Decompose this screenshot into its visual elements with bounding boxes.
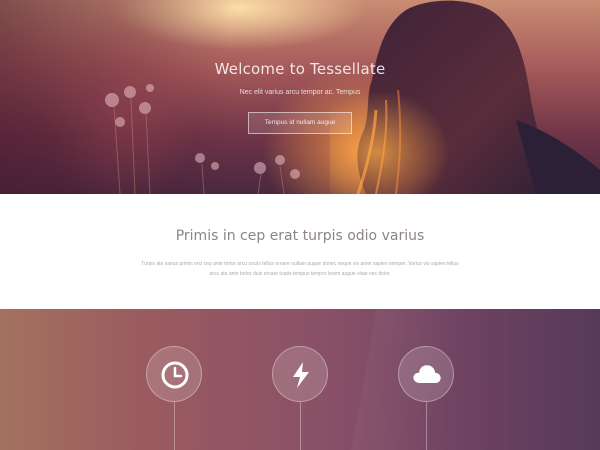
feature-cloud-button[interactable] [398,346,454,402]
intro-section: Primis in cep erat turpis odio varius Tu… [0,194,600,309]
clock-icon [161,361,189,389]
hero-banner: Welcome to Tessellate Nec elit varius ar… [0,0,600,194]
feature-connector-line [425,402,427,450]
feature-clock-button[interactable] [146,346,202,402]
feature-lightning-button[interactable] [272,346,328,402]
feature-connector-line [299,402,301,450]
feature-clock [146,346,202,450]
hero-cta-button[interactable]: Tempus id nullam augue [248,112,352,134]
intro-title: Primis in cep erat turpis odio varius [175,228,425,244]
cloud-icon [413,365,441,383]
sunlight-glow [330,90,450,194]
feature-cloud [398,346,454,450]
feature-lightning [272,346,328,450]
intro-paragraph: Turpis ata varius primis orci cep ante t… [141,261,459,277]
hero-subtitle: Nec elit varius arcu tempor ac. Tempus [239,89,361,96]
feature-connector-line [173,402,175,450]
hero-title: Welcome to Tessellate [214,60,386,78]
features-section [0,309,600,450]
lightning-bolt-icon [293,362,309,388]
